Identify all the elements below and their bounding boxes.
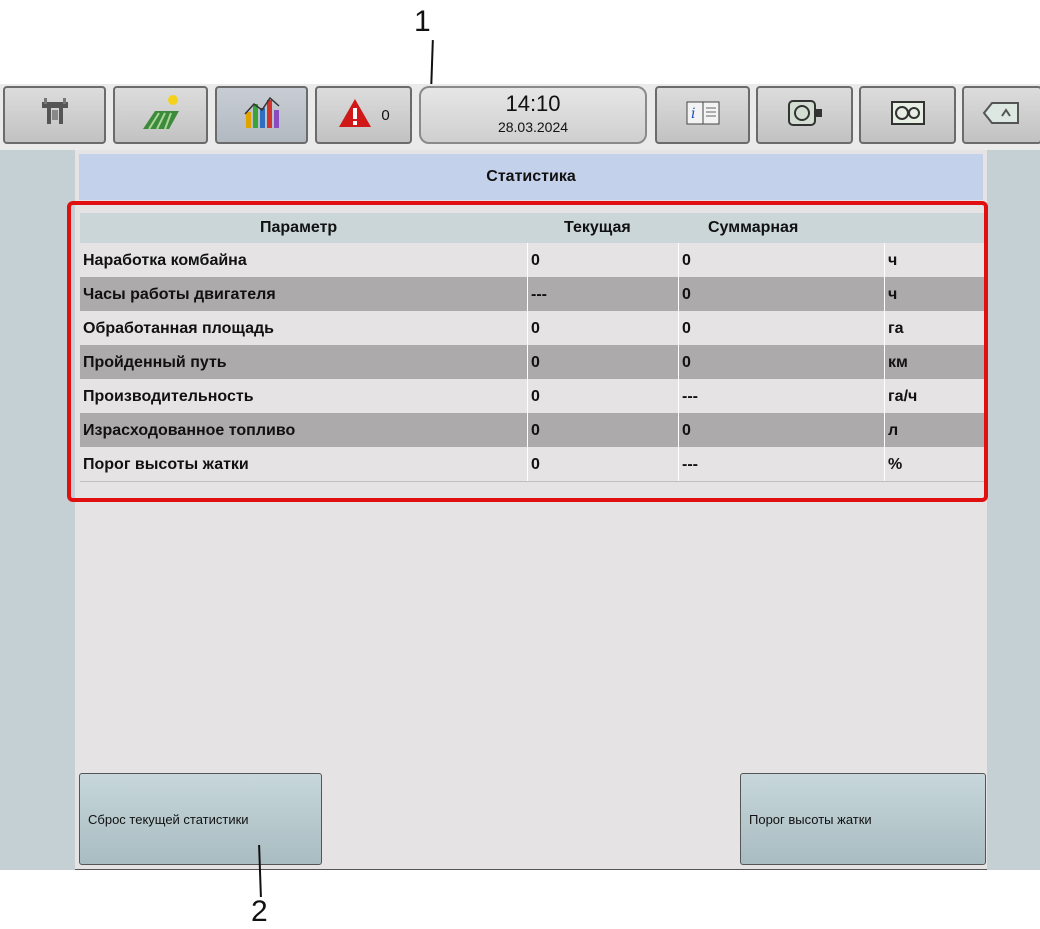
right-rail [987,150,1040,870]
statistics-icon [242,94,282,137]
callout-label-1: 1 [414,5,431,38]
left-rail [0,150,75,870]
engine-button[interactable] [756,86,853,144]
row-parameter: Обработанная площадь [83,320,274,337]
statistics-button[interactable] [215,86,308,144]
row-parameter: Наработка комбайна [83,252,247,269]
row-current: 0 [531,388,540,405]
callout-label-2: 2 [251,895,268,928]
table-row: Порог высоты жатки 0 --- % [80,447,985,481]
column-divider [527,243,528,481]
table-row: Обработанная площадь 0 0 га [80,311,985,345]
back-button[interactable] [962,86,1040,144]
row-unit: га [888,320,904,337]
alarm-button[interactable]: 0 [315,86,412,144]
info-book-button[interactable]: i [655,86,750,144]
table-bottom-divider [80,481,985,486]
row-parameter: Часы работы двигателя [83,286,276,303]
row-current: 0 [531,320,540,337]
table-header: Параметр Текущая Суммарная [80,213,985,243]
header-height-threshold-button[interactable]: Порог высоты жатки [740,773,986,865]
row-parameter: Производительность [83,388,254,405]
clock-time: 14:10 [505,91,561,116]
field-button[interactable] [113,86,208,144]
row-unit: ч [888,252,898,269]
row-current: 0 [531,456,540,473]
alarm-count: 0 [381,106,390,124]
row-parameter: Израсходованное топливо [83,422,296,439]
column-header-total: Суммарная [708,219,799,236]
row-total: 0 [682,354,691,371]
row-total: --- [682,388,698,405]
row-current: 0 [531,252,540,269]
row-unit: га/ч [888,388,918,405]
row-parameter: Порог высоты жатки [83,456,249,473]
gauges-button[interactable] [859,86,956,144]
row-unit: ч [888,286,898,303]
row-current: 0 [531,422,540,439]
table-row: Пройденный путь 0 0 км [80,345,985,379]
svg-text:i: i [691,106,695,122]
row-total: 0 [682,252,691,269]
gauges-icon [890,100,926,131]
combine-icon [38,96,72,135]
row-parameter: Пройденный путь [83,354,227,371]
combine-button[interactable] [3,86,106,144]
row-current: 0 [531,354,540,371]
table-row: Израсходованное топливо 0 0 л [80,413,985,447]
column-header-parameter: Параметр [260,219,338,236]
engine-icon [785,97,825,134]
reset-statistics-button[interactable]: Сброс текущей статистики [79,773,322,865]
table-row: Часы работы двигателя --- 0 ч [80,277,985,311]
row-unit: км [888,354,908,371]
statistics-table: Параметр Текущая Суммарная Наработка ком… [80,213,985,486]
row-total: 0 [682,422,691,439]
row-total: 0 [682,286,691,303]
back-arrow-icon [982,101,1022,130]
table-row: Наработка комбайна 0 0 ч [80,243,985,277]
column-header-current: Текущая [564,219,631,236]
top-toolbar: 0 14:10 28.03.2024 i [0,84,1040,150]
statistics-panel: Статистика Параметр Текущая Суммарная На… [75,150,987,870]
field-icon [139,93,183,138]
column-divider [884,243,885,481]
column-divider [678,243,679,481]
row-current: --- [531,286,547,303]
info-book-icon: i [685,99,721,132]
clock-date: 28.03.2024 [497,119,569,135]
row-total: --- [682,456,698,473]
clock-display: 14:10 28.03.2024 [419,86,647,144]
row-total: 0 [682,320,691,337]
screen-title: Статистика [79,154,983,200]
alarm-icon [337,97,373,134]
table-row: Производительность 0 --- га/ч [80,379,985,413]
row-unit: л [888,422,899,439]
row-unit: % [888,456,903,473]
bottom-divider [75,869,987,870]
